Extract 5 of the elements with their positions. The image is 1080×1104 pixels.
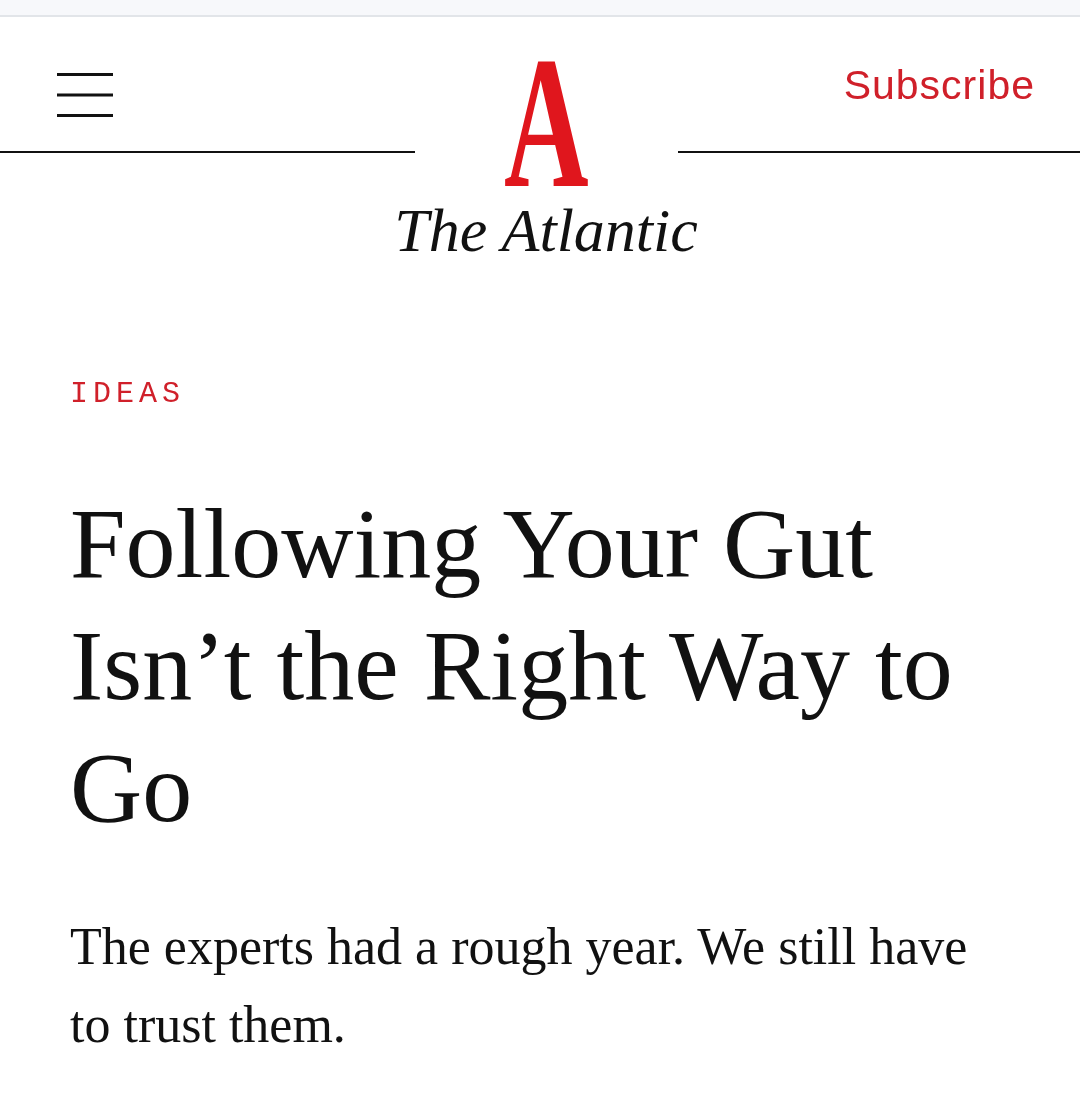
menu-icon[interactable] — [57, 73, 113, 117]
article-subtitle: The experts had a rough year. We still have to trust them. — [70, 917, 969, 1055]
section-link[interactable]: IDEAS — [70, 379, 185, 409]
article-headline: Following Your Gut Isn’t the Right Way to Go — [70, 487, 954, 845]
subscribe-link[interactable]: Subscribe — [843, 65, 1035, 106]
